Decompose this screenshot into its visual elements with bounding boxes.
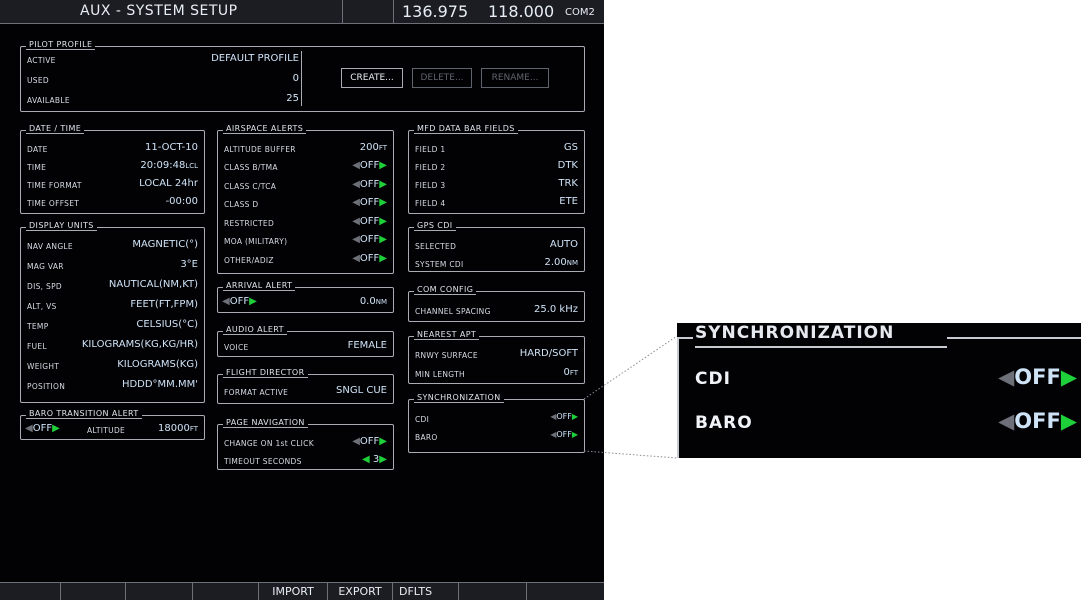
left-arrow-icon: ◀: [998, 365, 1015, 389]
zoom-baro-label: BARO: [695, 413, 753, 433]
zoom-cdi-label: CDI: [695, 369, 731, 389]
left-arrow-icon: ◀: [998, 409, 1015, 433]
zoom-cdi-value: OFF: [1014, 365, 1061, 389]
zoom-border-top-right: [947, 337, 1081, 339]
zoom-border-top-left: [677, 337, 693, 339]
callout-lines: [583, 335, 678, 459]
synchronization-zoom-callout: SYNCHRONIZATION CDI ◀OFF▶ BARO ◀OFF▶: [677, 323, 1081, 458]
zoom-baro-value: OFF: [1014, 409, 1061, 433]
zoom-cdi-toggle[interactable]: ◀OFF▶: [998, 365, 1077, 389]
callout-line-top: [583, 335, 678, 400]
callout-line-bottom: [583, 450, 678, 459]
zoom-title: SYNCHRONIZATION: [695, 323, 895, 343]
zoom-border-left: [677, 337, 679, 458]
zoom-baro-toggle[interactable]: ◀OFF▶: [998, 409, 1077, 433]
zoom-title-underline: [695, 346, 947, 348]
right-arrow-icon: ▶: [1060, 409, 1077, 433]
right-arrow-icon: ▶: [1060, 365, 1077, 389]
